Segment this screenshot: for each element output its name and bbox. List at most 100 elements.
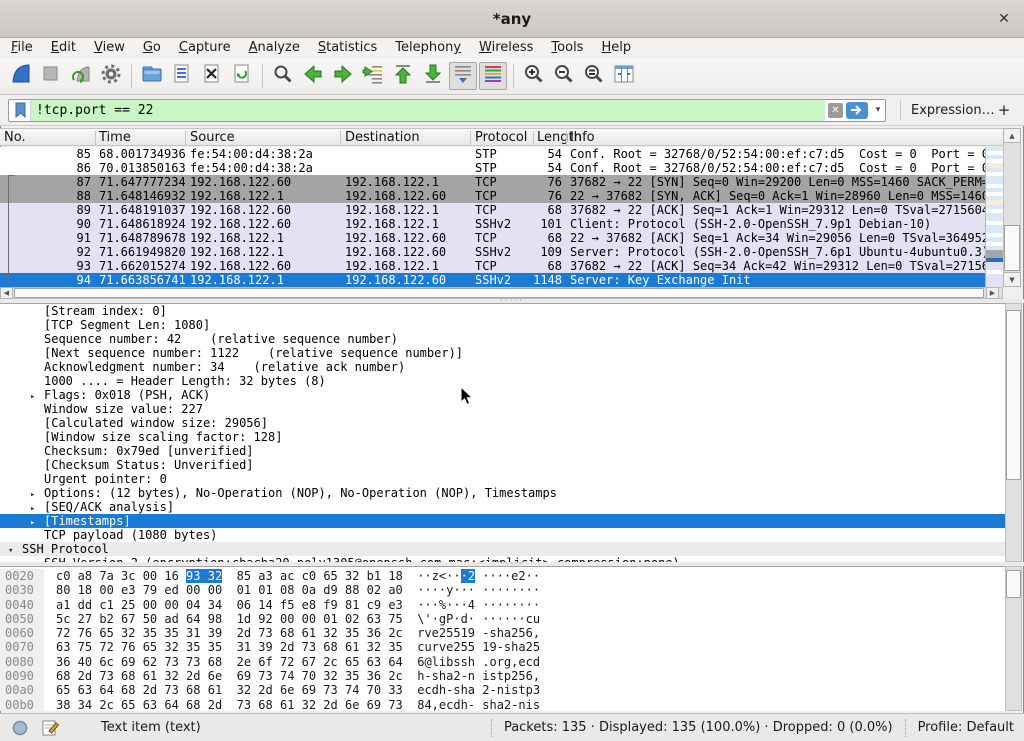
menu-item-analyze[interactable]: Analyze bbox=[240, 38, 309, 58]
go-to-packet-button[interactable] bbox=[359, 62, 387, 90]
expression-button[interactable]: Expression… bbox=[911, 103, 995, 118]
menu-item-edit[interactable]: Edit bbox=[42, 38, 85, 58]
save-file-button[interactable] bbox=[168, 62, 196, 90]
resize-columns-button[interactable] bbox=[610, 62, 638, 90]
add-filter-button[interactable]: + bbox=[994, 101, 1014, 119]
menu-item-file[interactable]: File bbox=[2, 38, 42, 58]
intelligent-scrollbar-minimap[interactable] bbox=[985, 147, 1003, 287]
menu-item-wireless[interactable]: Wireless bbox=[470, 38, 542, 58]
go-forward-button[interactable] bbox=[329, 62, 357, 90]
hex-row[interactable]: 006072 76 65 32 35 35 31 39 2d 73 68 61 … bbox=[0, 626, 1005, 640]
colorize-toggle[interactable] bbox=[479, 62, 507, 90]
start-capture-button[interactable] bbox=[7, 62, 35, 90]
zoom-in-button[interactable] bbox=[520, 62, 548, 90]
column-header-protocol[interactable]: Protocol bbox=[475, 129, 527, 146]
column-separator[interactable] bbox=[470, 131, 471, 145]
packet-list-hscroll-thumb[interactable] bbox=[14, 288, 984, 298]
column-separator[interactable] bbox=[566, 131, 567, 145]
packet-row[interactable]: 9171.648789678192.168.122.1192.168.122.6… bbox=[0, 231, 985, 245]
detail-line[interactable]: Urgent pointer: 0 bbox=[0, 472, 1005, 486]
detail-line[interactable]: ▸[Timestamps] bbox=[0, 514, 1005, 528]
zoom-out-button[interactable] bbox=[550, 62, 578, 90]
filter-bookmark-button[interactable] bbox=[9, 100, 31, 121]
detail-line[interactable]: ▸Flags: 0x018 (PSH, ACK) bbox=[0, 388, 1005, 402]
filter-history-caret[interactable]: ▾ bbox=[871, 105, 885, 115]
detail-line[interactable]: [Window size scaling factor: 128] bbox=[0, 430, 1005, 444]
hex-row[interactable]: 00a065 63 64 68 2d 73 68 61 32 2d 6e 69 … bbox=[0, 683, 1005, 697]
display-filter-input[interactable] bbox=[31, 100, 825, 121]
collapsed-arrow-icon[interactable]: ▸ bbox=[30, 516, 44, 530]
column-separator[interactable] bbox=[340, 131, 341, 145]
detail-line[interactable]: 1000 .... = Header Length: 32 bytes (8) bbox=[0, 374, 1005, 388]
column-header-source[interactable]: Source bbox=[190, 129, 235, 146]
packet-row[interactable]: 9071.648618924192.168.122.60192.168.122.… bbox=[0, 217, 985, 231]
column-header-info[interactable]: Info bbox=[570, 129, 595, 146]
find-packet-button[interactable] bbox=[269, 62, 297, 90]
packet-row[interactable]: 8871.648146932192.168.122.1192.168.122.6… bbox=[0, 189, 985, 203]
zoom-100-button[interactable] bbox=[580, 62, 608, 90]
hex-row[interactable]: 00b038 34 2c 65 63 64 68 2d 73 68 61 32 … bbox=[0, 698, 1005, 711]
collapsed-arrow-icon[interactable]: ▸ bbox=[30, 390, 44, 404]
packet-row[interactable]: 8670.013850163fe:54:00:d4:38:2aSTP54Conf… bbox=[0, 161, 985, 175]
filter-clear-icon[interactable]: ✕ bbox=[828, 103, 843, 118]
menu-item-statistics[interactable]: Statistics bbox=[309, 38, 386, 58]
capture-options-button[interactable] bbox=[97, 62, 125, 90]
detail-line[interactable]: [Checksum Status: Unverified] bbox=[0, 458, 1005, 472]
scroll-down-icon[interactable]: ▼ bbox=[1003, 272, 1021, 287]
column-separator[interactable] bbox=[533, 131, 534, 145]
expert-info-button[interactable] bbox=[12, 720, 28, 736]
hex-row[interactable]: 009068 2d 73 68 61 32 2d 6e 69 73 74 70 … bbox=[0, 669, 1005, 683]
detail-line[interactable]: [Calculated window size: 29056] bbox=[0, 416, 1005, 430]
detail-line[interactable]: Window size value: 227 bbox=[0, 402, 1005, 416]
scroll-right-icon[interactable]: ▶ bbox=[986, 287, 999, 299]
go-first-button[interactable] bbox=[389, 62, 417, 90]
scroll-left-icon[interactable]: ◀ bbox=[0, 287, 13, 299]
menu-item-telephony[interactable]: Telephony bbox=[386, 38, 470, 58]
menu-item-view[interactable]: View bbox=[85, 38, 134, 58]
reload-file-button[interactable] bbox=[228, 62, 256, 90]
packet-row[interactable]: 8771.647777234192.168.122.60192.168.122.… bbox=[0, 175, 985, 189]
column-header-destination[interactable]: Destination bbox=[345, 129, 420, 146]
detail-line[interactable]: Sequence number: 42 (relative sequence n… bbox=[0, 332, 1005, 346]
packet-row[interactable]: 9271.661949820192.168.122.1192.168.122.6… bbox=[0, 245, 985, 259]
scroll-up-icon[interactable]: ▲ bbox=[1003, 128, 1021, 143]
filter-apply-button[interactable] bbox=[846, 102, 868, 119]
expanded-arrow-icon[interactable]: ▾ bbox=[8, 544, 22, 558]
column-separator[interactable] bbox=[95, 131, 96, 145]
stop-capture-button[interactable] bbox=[37, 62, 65, 90]
go-back-button[interactable] bbox=[299, 62, 327, 90]
column-separator[interactable] bbox=[185, 131, 186, 145]
packet-row[interactable]: 8971.648191037192.168.122.60192.168.122.… bbox=[0, 203, 985, 217]
menu-item-capture[interactable]: Capture bbox=[170, 38, 240, 58]
title-bar[interactable]: *any ✕ bbox=[0, 0, 1024, 38]
hex-row[interactable]: 0020c0 a8 7a 3c 00 16 93 32 85 a3 ac c0 … bbox=[0, 569, 1005, 583]
packet-row[interactable]: 8568.001734936fe:54:00:d4:38:2aSTP54Conf… bbox=[0, 147, 985, 161]
detail-line[interactable]: [Stream index: 0] bbox=[0, 304, 1005, 318]
menu-item-tools[interactable]: Tools bbox=[542, 38, 592, 58]
go-last-button[interactable] bbox=[419, 62, 447, 90]
open-file-button[interactable] bbox=[138, 62, 166, 90]
packet-row[interactable]: 9371.662015274192.168.122.60192.168.122.… bbox=[0, 259, 985, 273]
detail-line[interactable]: Checksum: 0x79ed [unverified] bbox=[0, 444, 1005, 458]
restart-capture-button[interactable] bbox=[67, 62, 95, 90]
auto-scroll-toggle[interactable] bbox=[449, 62, 477, 90]
detail-line[interactable]: ▸[SEQ/ACK analysis] bbox=[0, 500, 1005, 514]
hex-row[interactable]: 003080 18 00 e3 79 ed 00 00 01 01 08 0a … bbox=[0, 583, 1005, 597]
packet-row[interactable]: 9471.663856741192.168.122.1192.168.122.6… bbox=[0, 273, 985, 287]
column-header-no[interactable]: No. bbox=[4, 129, 26, 146]
column-header-time[interactable]: Time bbox=[99, 129, 131, 146]
hex-row[interactable]: 008036 40 6c 69 62 73 73 68 2e 6f 72 67 … bbox=[0, 655, 1005, 669]
packet-list-vscroll-thumb[interactable] bbox=[1004, 225, 1020, 271]
hex-row[interactable]: 00505c 27 b2 67 50 ad 64 98 1d 92 00 00 … bbox=[0, 612, 1005, 626]
menu-item-go[interactable]: Go bbox=[134, 38, 170, 58]
detail-line[interactable]: Acknowledgment number: 34 (relative ack … bbox=[0, 360, 1005, 374]
detail-line[interactable]: [Next sequence number: 1122 (relative se… bbox=[0, 346, 1005, 360]
hex-vscroll-thumb[interactable] bbox=[1006, 570, 1021, 598]
menu-item-help[interactable]: Help bbox=[592, 38, 640, 58]
hex-row[interactable]: 007063 75 72 76 65 32 35 35 31 39 2d 73 … bbox=[0, 640, 1005, 654]
detail-line[interactable]: ▸Options: (12 bytes), No-Operation (NOP)… bbox=[0, 486, 1005, 500]
detail-line[interactable]: TCP payload (1080 bytes) bbox=[0, 528, 1005, 542]
profile-status[interactable]: Profile: Default bbox=[918, 720, 1014, 735]
hex-row[interactable]: 0040a1 dd c1 25 00 00 04 34 06 14 f5 e8 … bbox=[0, 598, 1005, 612]
detail-line[interactable]: [TCP Segment Len: 1080] bbox=[0, 318, 1005, 332]
